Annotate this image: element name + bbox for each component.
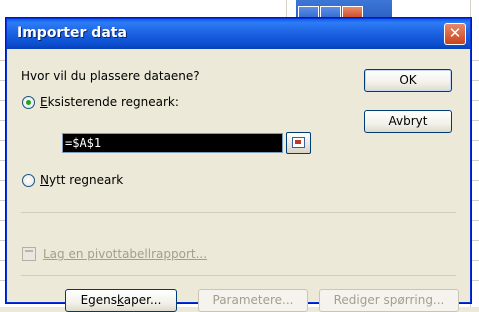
- radio-new-sheet[interactable]: Nytt regneark: [22, 173, 123, 187]
- pivot-table-icon: [22, 247, 36, 261]
- edit-query-button[interactable]: Rediger spørring...: [319, 289, 459, 312]
- pivot-report-link[interactable]: Lag en pivottabellrapport...: [22, 247, 207, 261]
- radio-existing-sheet-label: Eksisterende regneark:: [40, 95, 179, 109]
- placement-question: Hvor vil du plassere dataene?: [21, 69, 200, 83]
- dialog-title-bar[interactable]: Importer data ✕: [7, 19, 470, 49]
- ok-button[interactable]: OK: [364, 69, 452, 92]
- radio-new-sheet-label: Nytt regneark: [40, 173, 124, 187]
- reference-picker-button[interactable]: [286, 132, 311, 154]
- parameters-button[interactable]: Parametere...: [198, 289, 308, 312]
- radio-existing-sheet[interactable]: Eksisterende regneark:: [22, 95, 179, 109]
- properties-button[interactable]: Egenskaper...: [65, 289, 177, 312]
- pivot-report-label: Lag en pivottabellrapport...: [43, 247, 208, 261]
- radio-button-checked[interactable]: [22, 95, 35, 109]
- divider: [21, 212, 456, 213]
- close-button[interactable]: ✕: [444, 23, 466, 45]
- radio-button-unchecked[interactable]: [22, 173, 35, 187]
- cancel-button[interactable]: Avbryt: [364, 110, 452, 133]
- collapse-dialog-icon: [292, 137, 305, 148]
- divider: [21, 275, 456, 276]
- dialog-title: Importer data: [17, 25, 127, 41]
- cell-reference-input[interactable]: =$A$1: [62, 133, 283, 153]
- close-icon: ✕: [448, 24, 462, 42]
- import-data-dialog: Importer data ✕ Hvor vil du plassere dat…: [6, 18, 471, 312]
- background-window-controls: [296, 0, 392, 20]
